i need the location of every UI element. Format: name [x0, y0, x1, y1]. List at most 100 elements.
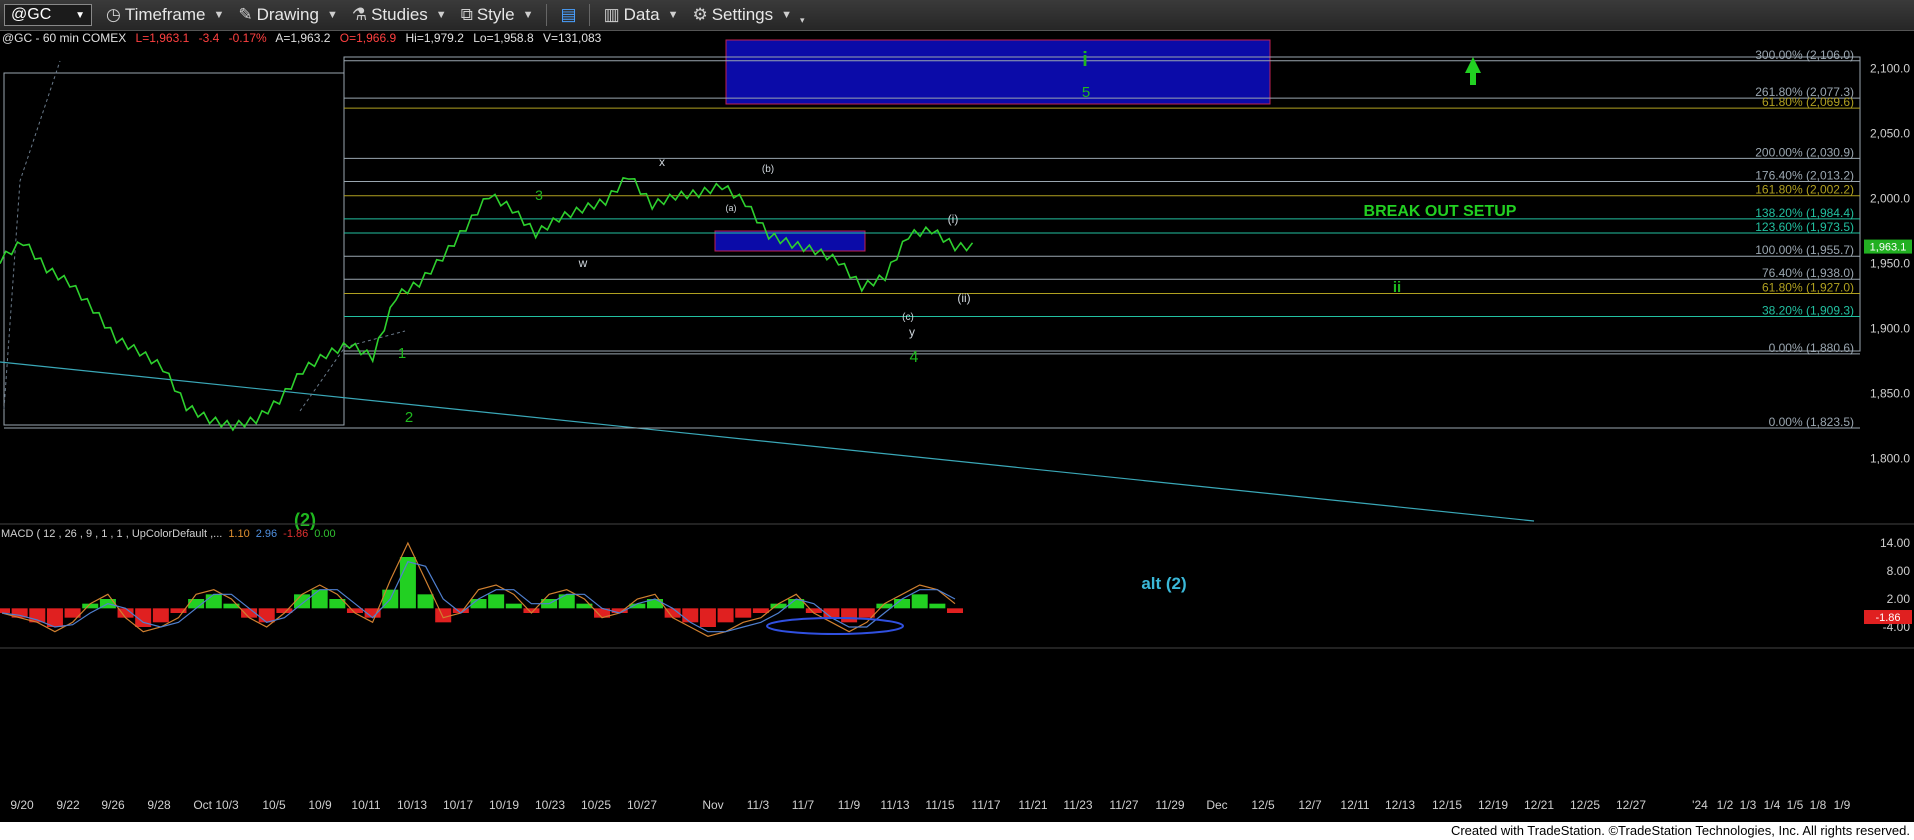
- macd-legend-value: 2.96: [256, 528, 277, 540]
- quote-volume: V=131,083: [543, 31, 602, 45]
- x-tick-label: 12/15: [1432, 798, 1462, 812]
- wave-label: 2: [405, 409, 413, 426]
- x-tick-label: 9/26: [101, 798, 125, 812]
- studies-button[interactable]: ⚗ Studies ▼: [352, 5, 447, 25]
- wave-label: alt (2): [1141, 574, 1186, 593]
- wave-label: x: [659, 155, 665, 169]
- y-tick-label: 1,900.0: [1870, 322, 1910, 336]
- macd-hist-bar: [399, 557, 416, 609]
- macd-legend-value: 1.10: [228, 528, 249, 540]
- macd-hist-bar: [699, 608, 716, 627]
- x-tick-label: 1/3: [1740, 798, 1757, 812]
- quote-low: Lo=1,958.8: [473, 31, 534, 45]
- symbol-input[interactable]: @GC ▼: [4, 4, 92, 26]
- header-info: @GC - 60 min COMEX L=1,963.1 -3.4 -0.17%…: [2, 31, 602, 45]
- wave-label: i: [1082, 49, 1088, 71]
- wave-label: w: [578, 256, 588, 270]
- macd-hist-bar: [417, 594, 434, 609]
- x-tick-label: 10/5: [262, 798, 286, 812]
- x-tick-label: 10/17: [443, 798, 473, 812]
- wave-label: (a): [726, 203, 737, 213]
- fib-level-label: 176.40% (2,013.2): [1755, 168, 1854, 182]
- macd-hist-bar: [735, 608, 752, 618]
- price-line[interactable]: [0, 176, 974, 432]
- fib-level-label: 38.20% (1,909.3): [1762, 304, 1854, 318]
- drawing-button[interactable]: ✎ Drawing ▼: [238, 5, 338, 25]
- quote-change: -3.4: [199, 31, 220, 45]
- fib-level-label: 300.00% (2,106.0): [1755, 48, 1854, 62]
- settings-button[interactable]: ⚙ Settings ▼ ▾: [692, 5, 804, 26]
- fib-level-label: 100.00% (1,955.7): [1755, 243, 1854, 257]
- last-price-label: 1,963.1: [1870, 242, 1907, 254]
- macd-hist-bar: [488, 594, 505, 609]
- wave-label: 3: [535, 187, 543, 203]
- clock-icon: ◷: [106, 5, 121, 24]
- x-tick-label: 12/13: [1385, 798, 1415, 812]
- toolbar-divider: [588, 4, 590, 26]
- price-chart[interactable]: @GC - 60 min COMEX L=1,963.1 -3.4 -0.17%…: [0, 31, 1914, 822]
- macd-hist-bar: [558, 594, 575, 609]
- support-box[interactable]: [714, 230, 866, 252]
- x-tick-label: 9/28: [147, 798, 171, 812]
- chevron-down-icon: ▾: [800, 14, 805, 25]
- quote-last: L=1,963.1: [136, 31, 190, 45]
- fib-level-label: 123.60% (1,973.5): [1755, 220, 1854, 234]
- wave-label: 1: [398, 345, 406, 362]
- x-tick-label: 1/5: [1787, 798, 1804, 812]
- target-box[interactable]: [725, 39, 1271, 105]
- x-tick-label: 12/27: [1616, 798, 1646, 812]
- style-icon: ⧉: [460, 5, 473, 24]
- data-label: Data: [623, 5, 660, 24]
- footer: Created with TradeStation. ©TradeStation…: [0, 822, 1914, 840]
- chevron-down-icon[interactable]: ▼: [75, 10, 85, 21]
- x-tick-label: 11/27: [1109, 798, 1138, 812]
- x-tick-label: Dec: [1206, 798, 1227, 812]
- macd-hist-bar: [841, 608, 858, 623]
- chevron-down-icon: ▼: [435, 9, 447, 21]
- x-tick-label: 1/2: [1717, 798, 1734, 812]
- wave-label: 4: [910, 349, 919, 366]
- toolbar: @GC ▼ ◷ Timeframe ▼ ✎ Drawing ▼ ⚗ Studie…: [0, 0, 1914, 31]
- wave-label: (c): [902, 312, 914, 323]
- x-tick-label: 11/15: [925, 798, 954, 812]
- settings-label: Settings: [711, 5, 774, 24]
- x-tick-label: 10/13: [397, 798, 427, 812]
- y-tick-label: 1,950.0: [1870, 257, 1910, 271]
- wave-label: ii: [1393, 279, 1401, 296]
- toolbar-divider: [545, 4, 547, 26]
- x-tick-label: 12/11: [1340, 798, 1369, 812]
- breakout-annotation: BREAK OUT SETUP: [1364, 203, 1517, 220]
- macd-hist-bar: [911, 594, 928, 609]
- layout-button[interactable]: ▤: [561, 5, 577, 25]
- macd-hist-bar: [0, 608, 10, 613]
- x-tick-label: 11/13: [880, 798, 909, 812]
- macd-y-tick-label: 8.00: [1887, 564, 1911, 578]
- divergence-ellipse[interactable]: [766, 617, 904, 635]
- symbol-info: @GC - 60 min COMEX: [2, 31, 126, 45]
- wave-label: (b): [762, 164, 774, 175]
- chevron-down-icon: ▼: [781, 9, 793, 21]
- timeframe-button[interactable]: ◷ Timeframe ▼: [106, 5, 224, 25]
- x-tick-label: 11/29: [1155, 798, 1184, 812]
- x-tick-label: 12/7: [1298, 798, 1322, 812]
- ref-dashed-line: [3, 60, 61, 410]
- macd-hist-bar: [294, 594, 311, 609]
- y-tick-label: 1,800.0: [1870, 452, 1910, 466]
- bar-chart-icon: ▥: [603, 5, 620, 24]
- style-button[interactable]: ⧉ Style ▼: [461, 5, 534, 25]
- fib-level-label: 76.40% (1,938.0): [1762, 266, 1854, 280]
- data-button[interactable]: ▥ Data ▼: [604, 5, 679, 25]
- x-tick-label: 12/25: [1570, 798, 1600, 812]
- wave-label: (2): [294, 510, 316, 530]
- fib-level-label: 0.00% (1,823.5): [1769, 415, 1854, 429]
- x-tick-label: Nov: [702, 798, 723, 812]
- y-tick-label: 1,850.0: [1870, 387, 1910, 401]
- fib-level-label: 161.80% (2,002.2): [1755, 183, 1854, 197]
- macd-hist-bar: [152, 608, 169, 623]
- studies-label: Studies: [371, 5, 428, 24]
- macd-hist-bar: [505, 603, 522, 609]
- macd-hist-bar: [435, 608, 452, 623]
- x-tick-label: 10/19: [489, 798, 519, 812]
- wave-label: y: [909, 325, 915, 339]
- alt-trendline: [0, 361, 1535, 522]
